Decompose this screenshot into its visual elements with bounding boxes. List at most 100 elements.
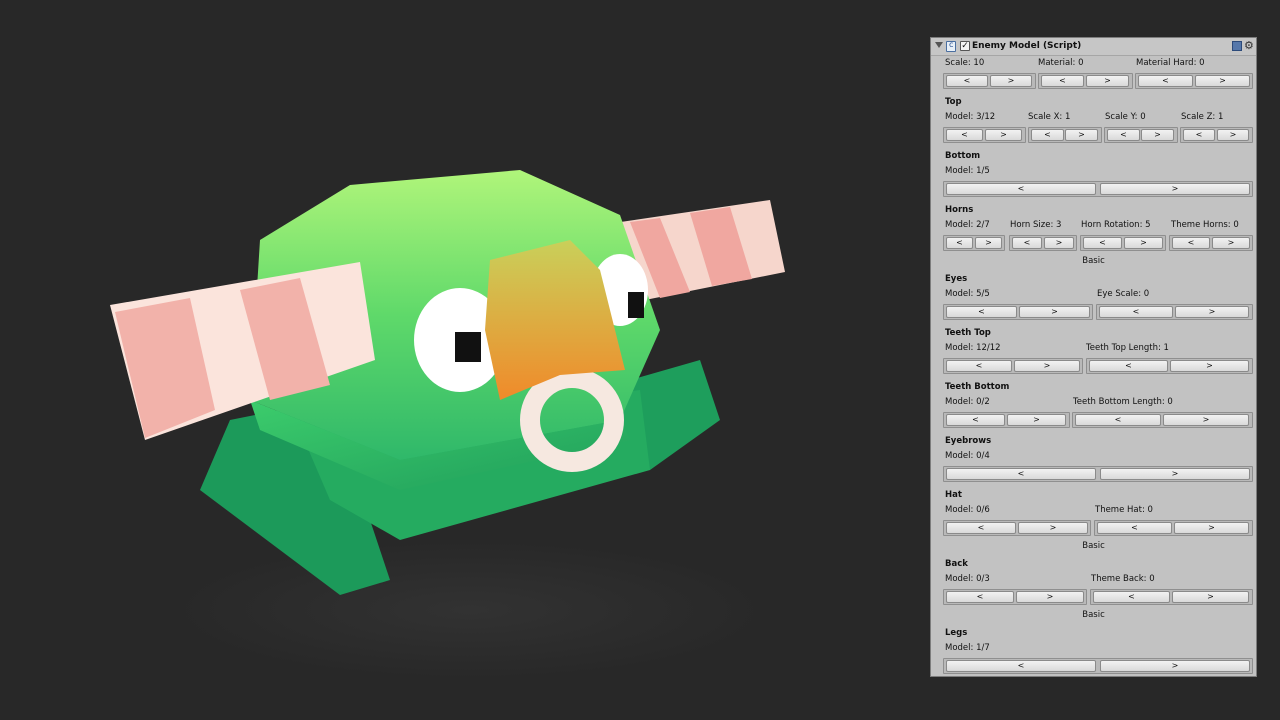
material-hard-prev-button[interactable]: < — [1138, 75, 1193, 87]
component-enabled-checkbox[interactable]: ✓ — [960, 41, 970, 51]
theme-back-label: Theme Back: 0 — [1091, 574, 1155, 584]
top-scale-x-next-button[interactable]: > — [1065, 129, 1098, 141]
teeth-top-model-label: Model: 12/12 — [945, 343, 1001, 353]
teeth-bottom-model-prev-button[interactable]: < — [946, 414, 1005, 426]
teeth-top-section-title: Teeth Top — [945, 328, 991, 338]
horn-rotation-prev-button[interactable]: < — [1083, 237, 1122, 249]
hat-model-next-button[interactable]: > — [1018, 522, 1088, 534]
eyebrows-model-next-button[interactable]: > — [1100, 468, 1250, 480]
horns-model-next-button[interactable]: > — [975, 237, 1002, 249]
theme-horns-next-button[interactable]: > — [1212, 237, 1250, 249]
eyebrows-model-prev-button[interactable]: < — [946, 468, 1096, 480]
teeth-bottom-length-next-button[interactable]: > — [1163, 414, 1249, 426]
scale-prev-button[interactable]: < — [946, 75, 988, 87]
enemy-model-preview — [110, 170, 785, 680]
teeth-top-length-stepper: < > — [1086, 358, 1253, 374]
component-title: Enemy Model (Script) — [972, 41, 1082, 51]
teeth-top-model-prev-button[interactable]: < — [946, 360, 1012, 372]
teeth-top-length-label: Teeth Top Length: 1 — [1086, 343, 1169, 353]
eye-scale-next-button[interactable]: > — [1175, 306, 1249, 318]
theme-back-prev-button[interactable]: < — [1093, 591, 1170, 603]
legs-model-prev-button[interactable]: < — [946, 660, 1096, 672]
back-model-prev-button[interactable]: < — [946, 591, 1014, 603]
back-theme-name: Basic — [1082, 610, 1105, 620]
hat-model-prev-button[interactable]: < — [946, 522, 1016, 534]
horn-rotation-stepper: < > — [1080, 235, 1166, 251]
eyes-model-label: Model: 5/5 — [945, 289, 990, 299]
eyes-model-next-button[interactable]: > — [1019, 306, 1090, 318]
material-stepper: < > — [1038, 73, 1133, 89]
material-hard-stepper: < > — [1135, 73, 1253, 89]
top-scale-x-label: Scale X: 1 — [1028, 112, 1071, 122]
horn-size-prev-button[interactable]: < — [1012, 237, 1042, 249]
teeth-bottom-section-title: Teeth Bottom — [945, 382, 1010, 392]
triangle-down-icon[interactable] — [935, 42, 943, 48]
legs-model-next-button[interactable]: > — [1100, 660, 1250, 672]
scale-label: Scale: 10 — [945, 58, 985, 68]
theme-hat-label: Theme Hat: 0 — [1095, 505, 1153, 515]
back-section-title: Back — [945, 559, 968, 569]
scale-next-button[interactable]: > — [990, 75, 1032, 87]
material-prev-button[interactable]: < — [1041, 75, 1084, 87]
back-model-label: Model: 0/3 — [945, 574, 990, 584]
horn-rotation-next-button[interactable]: > — [1124, 237, 1163, 249]
theme-horns-prev-button[interactable]: < — [1172, 237, 1210, 249]
teeth-bottom-length-prev-button[interactable]: < — [1075, 414, 1161, 426]
teeth-bottom-length-label: Teeth Bottom Length: 0 — [1073, 397, 1173, 407]
top-scale-y-next-button[interactable]: > — [1141, 129, 1174, 141]
bottom-model-prev-button[interactable]: < — [946, 183, 1096, 195]
eye-scale-stepper: < > — [1096, 304, 1253, 320]
legs-model-label: Model: 1/7 — [945, 643, 990, 653]
material-hard-next-button[interactable]: > — [1195, 75, 1250, 87]
horn-size-label: Horn Size: 3 — [1010, 220, 1062, 230]
top-scale-y-prev-button[interactable]: < — [1107, 129, 1140, 141]
hat-theme-name: Basic — [1082, 541, 1105, 551]
top-model-next-button[interactable]: > — [985, 129, 1022, 141]
back-model-next-button[interactable]: > — [1016, 591, 1084, 603]
top-section-title: Top — [945, 97, 962, 107]
eye-scale-prev-button[interactable]: < — [1099, 306, 1173, 318]
bottom-model-stepper: < > — [943, 181, 1253, 197]
teeth-bottom-length-stepper: < > — [1072, 412, 1253, 428]
horn-size-stepper: < > — [1009, 235, 1077, 251]
theme-back-next-button[interactable]: > — [1172, 591, 1249, 603]
gear-icon[interactable]: ⚙ — [1244, 39, 1254, 52]
material-hard-label: Material Hard: 0 — [1136, 58, 1205, 68]
eyes-model-prev-button[interactable]: < — [946, 306, 1017, 318]
theme-back-stepper: < > — [1090, 589, 1253, 605]
bottom-section-title: Bottom — [945, 151, 981, 161]
horn-size-next-button[interactable]: > — [1044, 237, 1074, 249]
book-icon[interactable] — [1232, 41, 1242, 51]
eyebrows-model-label: Model: 0/4 — [945, 451, 990, 461]
inspector-panel: ✓ Enemy Model (Script) ⚙ Scale: 10 Mater… — [930, 37, 1257, 677]
teeth-bottom-model-label: Model: 0/2 — [945, 397, 990, 407]
eyebrows-section-title: Eyebrows — [945, 436, 992, 446]
teeth-top-model-next-button[interactable]: > — [1014, 360, 1080, 372]
top-scale-z-prev-button[interactable]: < — [1183, 129, 1215, 141]
theme-hat-stepper: < > — [1094, 520, 1253, 536]
teeth-top-model-stepper: < > — [943, 358, 1083, 374]
scene-viewport[interactable] — [0, 0, 930, 720]
horns-model-prev-button[interactable]: < — [946, 237, 973, 249]
top-scale-x-prev-button[interactable]: < — [1031, 129, 1064, 141]
component-header[interactable]: ✓ Enemy Model (Script) ⚙ — [931, 38, 1256, 56]
top-model-prev-button[interactable]: < — [946, 129, 983, 141]
legs-model-stepper: < > — [943, 658, 1253, 674]
teeth-top-length-prev-button[interactable]: < — [1089, 360, 1168, 372]
top-model-stepper: < > — [943, 127, 1026, 143]
top-scale-z-next-button[interactable]: > — [1217, 129, 1249, 141]
horns-model-label: Model: 2/7 — [945, 220, 990, 230]
teeth-bottom-model-next-button[interactable]: > — [1007, 414, 1066, 426]
material-label: Material: 0 — [1038, 58, 1084, 68]
top-scale-z-stepper: < > — [1180, 127, 1253, 143]
legs-section-title: Legs — [945, 628, 968, 638]
theme-horns-stepper: < > — [1169, 235, 1253, 251]
bottom-model-next-button[interactable]: > — [1100, 183, 1250, 195]
teeth-top-length-next-button[interactable]: > — [1170, 360, 1249, 372]
floor-shadow — [170, 540, 770, 680]
theme-hat-prev-button[interactable]: < — [1097, 522, 1172, 534]
material-next-button[interactable]: > — [1086, 75, 1129, 87]
theme-hat-next-button[interactable]: > — [1174, 522, 1249, 534]
horns-section-title: Horns — [945, 205, 974, 215]
horn-rotation-label: Horn Rotation: 5 — [1081, 220, 1151, 230]
